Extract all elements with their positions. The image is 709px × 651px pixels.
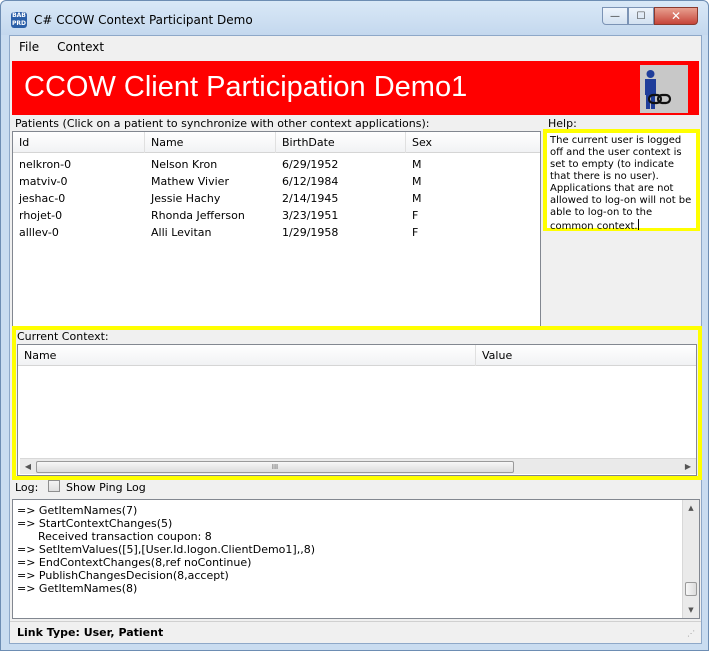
current-context-section: Current Context: Name Value ◀ III ▶	[12, 326, 702, 480]
cell-id: matviv-0	[19, 175, 68, 188]
cell-id: nelkron-0	[19, 158, 72, 171]
horizontal-scrollbar[interactable]: ◀ III ▶	[20, 458, 696, 474]
scroll-left-icon[interactable]: ◀	[20, 459, 36, 475]
log-label: Log:	[15, 481, 39, 494]
cell-name: Jessie Hachy	[151, 192, 221, 205]
column-id[interactable]: Id	[13, 132, 145, 153]
cell-sex: F	[412, 226, 419, 239]
scroll-down-icon[interactable]: ▼	[683, 602, 699, 618]
close-button[interactable]: ✕	[654, 7, 698, 25]
context-header: Name Value	[18, 345, 696, 366]
help-text: The current user is logged off and the u…	[550, 135, 692, 232]
menu-bar: File Context	[10, 36, 701, 58]
cell-sex: M	[412, 192, 422, 205]
log-line: => StartContextChanges(5)	[17, 517, 173, 530]
column-name[interactable]: Name	[145, 132, 276, 153]
cell-name: Mathew Vivier	[151, 175, 229, 188]
cell-birthdate: 6/29/1952	[282, 158, 339, 171]
banner: CCOW Client Participation Demo1	[12, 61, 699, 115]
ccow-logo	[640, 65, 688, 113]
help-text-box[interactable]: The current user is logged off and the u…	[543, 129, 700, 232]
maximize-button[interactable]: ☐	[628, 7, 654, 25]
banner-title: CCOW Client Participation Demo1	[24, 71, 468, 103]
minimize-button[interactable]: —	[602, 7, 628, 25]
column-birthdate[interactable]: BirthDate	[276, 132, 406, 153]
log-line: => SetItemValues([5],[User.Id.logon.Clie…	[17, 543, 315, 556]
show-ping-label[interactable]: Show Ping Log	[66, 481, 146, 494]
menu-context[interactable]: Context	[48, 36, 113, 58]
cell-sex: F	[412, 209, 419, 222]
log-line: => EndContextChanges(8,ref noContinue)	[17, 556, 252, 569]
scroll-thumb[interactable]: III	[36, 461, 514, 473]
help-label: Help:	[548, 117, 577, 130]
cell-sex: M	[412, 158, 422, 171]
window-controls: — ☐ ✕	[602, 7, 698, 27]
cell-id: jeshac-0	[19, 192, 66, 205]
cell-birthdate: 6/12/1984	[282, 175, 339, 188]
patients-label: Patients (Click on a patient to synchron…	[15, 117, 430, 130]
cell-name: Alli Levitan	[151, 226, 212, 239]
app-icon: BAB PRD	[11, 12, 27, 28]
patients-list[interactable]: Id Name BirthDate Sex nelkron-0 Nelson K…	[12, 131, 541, 327]
cell-sex: M	[412, 175, 422, 188]
column-context-name[interactable]: Name	[18, 345, 476, 366]
status-bar: Link Type: User, Patient ⋰	[10, 621, 701, 643]
cell-name: Rhonda Jefferson	[151, 209, 245, 222]
cell-id: rhojet-0	[19, 209, 63, 222]
cell-birthdate: 1/29/1958	[282, 226, 339, 239]
app-window: BAB PRD C# CCOW Context Participant Demo …	[0, 0, 709, 651]
log-line: Received transaction coupon: 8	[17, 530, 212, 543]
link-icon	[648, 93, 672, 105]
menu-file[interactable]: File	[10, 36, 48, 58]
help-empty-area	[541, 231, 701, 326]
current-context-list[interactable]: Name Value ◀ III ▶	[17, 344, 697, 476]
scroll-right-icon[interactable]: ▶	[680, 459, 696, 475]
link-type-status: Link Type: User, Patient	[17, 626, 164, 639]
column-sex[interactable]: Sex	[406, 132, 540, 153]
table-row[interactable]: rhojet-0 Rhonda Jefferson 3/23/1951 F	[13, 207, 506, 224]
log-line: => GetItemNames(8)	[17, 582, 138, 595]
resize-grip-icon[interactable]: ⋰	[687, 629, 699, 641]
scroll-up-icon[interactable]: ▲	[683, 500, 699, 516]
patients-header: Id Name BirthDate Sex	[13, 132, 540, 153]
table-row[interactable]: jeshac-0 Jessie Hachy 2/14/1945 M	[13, 190, 506, 207]
vertical-scrollbar[interactable]: ▲ ▼	[682, 500, 699, 618]
current-context-label: Current Context:	[17, 330, 109, 343]
show-ping-checkbox[interactable]	[48, 480, 60, 492]
cell-id: alllev-0	[19, 226, 59, 239]
client-area: File Context CCOW Client Participation D…	[9, 35, 702, 644]
table-row[interactable]: alllev-0 Alli Levitan 1/29/1958 F	[13, 224, 506, 241]
column-context-value[interactable]: Value	[476, 345, 696, 366]
table-row[interactable]: matviv-0 Mathew Vivier 6/12/1984 M	[13, 173, 506, 190]
log-line: => GetItemNames(7)	[17, 504, 138, 517]
thumb-grip: III	[271, 463, 279, 471]
window-title: C# CCOW Context Participant Demo	[34, 13, 253, 27]
cell-birthdate: 3/23/1951	[282, 209, 339, 222]
cell-name: Nelson Kron	[151, 158, 218, 171]
cell-birthdate: 2/14/1945	[282, 192, 339, 205]
table-row[interactable]: nelkron-0 Nelson Kron 6/29/1952 M	[13, 156, 506, 173]
log-line: => PublishChangesDecision(8,accept)	[17, 569, 229, 582]
title-bar[interactable]: BAB PRD C# CCOW Context Participant Demo …	[1, 1, 708, 35]
log-text-area[interactable]: => GetItemNames(7) => StartContextChange…	[12, 499, 700, 619]
log-scroll-thumb[interactable]	[685, 582, 697, 596]
